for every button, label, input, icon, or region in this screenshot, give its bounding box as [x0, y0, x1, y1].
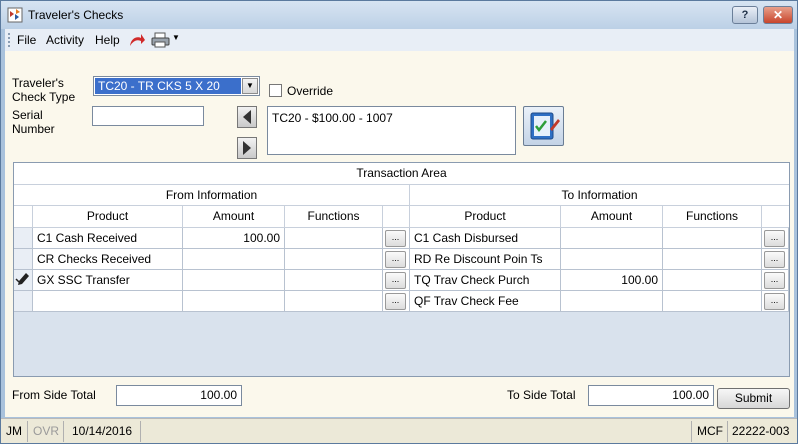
to-product-cell[interactable]: C1 Cash Disbursed [410, 228, 561, 249]
submit-button[interactable]: Submit [717, 388, 790, 409]
row-header[interactable] [14, 291, 33, 312]
to-amount-cell[interactable] [561, 291, 663, 312]
check-type-label: Traveler's Check Type [12, 76, 76, 104]
from-functions-cell[interactable] [285, 291, 383, 312]
from-product-column[interactable]: Product [33, 206, 183, 228]
from-button-column [383, 206, 410, 228]
from-product-cell[interactable]: C1 Cash Received [33, 228, 183, 249]
app-icon [7, 7, 23, 23]
from-amount-column[interactable]: Amount [183, 206, 285, 228]
status-date: 10/14/2016 [72, 424, 133, 438]
from-functions-button[interactable]: ... [385, 293, 406, 310]
to-functions-button[interactable]: ... [764, 272, 785, 289]
status-bar: JM OVR 10/14/2016 MCF 22222-003 [1, 418, 797, 443]
printer-dropdown-icon[interactable]: ▼ [172, 33, 180, 42]
triangle-right-icon [243, 141, 251, 155]
form-area: Traveler's Check Type TC20 - TR CKS 5 X … [5, 51, 794, 417]
from-side-total-label: From Side Total [12, 388, 96, 402]
menu-file[interactable]: File [17, 33, 36, 47]
from-amount-cell[interactable] [183, 249, 285, 270]
status-divider [727, 421, 728, 442]
to-amount-cell[interactable] [561, 228, 663, 249]
menu-bar: File Activity Help ▼ [5, 29, 794, 51]
serial-list-item[interactable]: TC20 - $100.00 - 1007 [272, 111, 511, 125]
to-functions-cell[interactable] [663, 270, 762, 291]
status-divider [63, 421, 64, 442]
redo-arrow-icon[interactable] [128, 32, 146, 48]
override-label: Override [287, 84, 334, 98]
to-side-total: 100.00 [588, 385, 714, 406]
transaction-area-title: Transaction Area [14, 163, 789, 185]
to-functions-cell[interactable] [663, 249, 762, 270]
status-mode: OVR [33, 424, 60, 438]
from-functions-button[interactable]: ... [385, 251, 406, 268]
row-header-corner [14, 206, 33, 228]
status-mcf: MCF [697, 424, 723, 438]
serial-list[interactable]: TC20 - $100.00 - 1007 [267, 106, 516, 155]
to-functions-cell[interactable] [663, 291, 762, 312]
to-amount-column[interactable]: Amount [561, 206, 663, 228]
to-functions-column[interactable]: Functions [663, 206, 762, 228]
status-divider [691, 421, 692, 442]
status-divider [140, 421, 141, 442]
edit-pencil-icon [15, 273, 29, 285]
check-type-value: TC20 - TR CKS 5 X 20 [95, 78, 241, 94]
row-header[interactable] [14, 249, 33, 270]
row-header[interactable] [14, 228, 33, 249]
help-button[interactable]: ? [732, 6, 758, 24]
from-amount-cell[interactable] [183, 291, 285, 312]
to-product-cell[interactable]: QF Trav Check Fee [410, 291, 561, 312]
to-product-cell[interactable]: TQ Trav Check Purch [410, 270, 561, 291]
to-button-column [762, 206, 789, 228]
to-information-header: To Information [410, 185, 789, 206]
transaction-grid: Transaction Area From Information To Inf… [13, 162, 790, 377]
to-product-column[interactable]: Product [410, 206, 561, 228]
to-functions-button[interactable]: ... [764, 293, 785, 310]
check-type-select[interactable]: TC20 - TR CKS 5 X 20 ▼ [93, 76, 260, 96]
previous-button[interactable] [237, 106, 257, 128]
to-amount-cell[interactable]: 100.00 [561, 270, 663, 291]
to-functions-button[interactable]: ... [764, 230, 785, 247]
to-functions-button[interactable]: ... [764, 251, 785, 268]
from-amount-cell[interactable] [183, 270, 285, 291]
checklist-pen-icon [530, 112, 560, 140]
from-functions-column[interactable]: Functions [285, 206, 383, 228]
override-checkbox[interactable] [269, 84, 282, 97]
status-id: 22222-003 [732, 424, 790, 438]
next-button[interactable] [237, 137, 257, 159]
printer-icon[interactable] [151, 32, 171, 48]
to-functions-cell[interactable] [663, 228, 762, 249]
serial-number-input[interactable] [92, 106, 204, 126]
from-amount-cell[interactable]: 100.00 [183, 228, 285, 249]
status-divider [27, 421, 28, 442]
from-product-cell[interactable] [33, 291, 183, 312]
window-title: Traveler's Checks [28, 8, 124, 22]
from-functions-cell[interactable] [285, 249, 383, 270]
from-product-cell[interactable]: GX SSC Transfer [33, 270, 183, 291]
from-functions-cell[interactable] [285, 228, 383, 249]
to-product-cell[interactable]: RD Re Discount Poin Ts [410, 249, 561, 270]
from-functions-cell[interactable] [285, 270, 383, 291]
from-functions-button[interactable]: ... [385, 230, 406, 247]
menu-activity[interactable]: Activity [46, 33, 84, 47]
to-amount-cell[interactable] [561, 249, 663, 270]
from-information-header: From Information [14, 185, 410, 206]
toolbar-grip[interactable] [8, 33, 11, 47]
menu-help[interactable]: Help [95, 33, 120, 47]
from-product-cell[interactable]: CR Checks Received [33, 249, 183, 270]
close-button[interactable]: ✕ [763, 6, 793, 24]
serial-number-label: Serial Number [12, 108, 55, 136]
triangle-left-icon [243, 110, 251, 124]
window: Traveler's Checks ? ✕ File Activity Help… [0, 0, 798, 444]
title-bar: Traveler's Checks ? ✕ [1, 1, 797, 29]
chevron-down-icon[interactable]: ▼ [242, 78, 258, 94]
row-header[interactable] [14, 270, 33, 291]
status-user: JM [6, 424, 22, 438]
verify-button[interactable] [523, 106, 564, 146]
to-side-total-label: To Side Total [507, 388, 576, 402]
from-functions-button[interactable]: ... [385, 272, 406, 289]
from-side-total: 100.00 [116, 385, 242, 406]
